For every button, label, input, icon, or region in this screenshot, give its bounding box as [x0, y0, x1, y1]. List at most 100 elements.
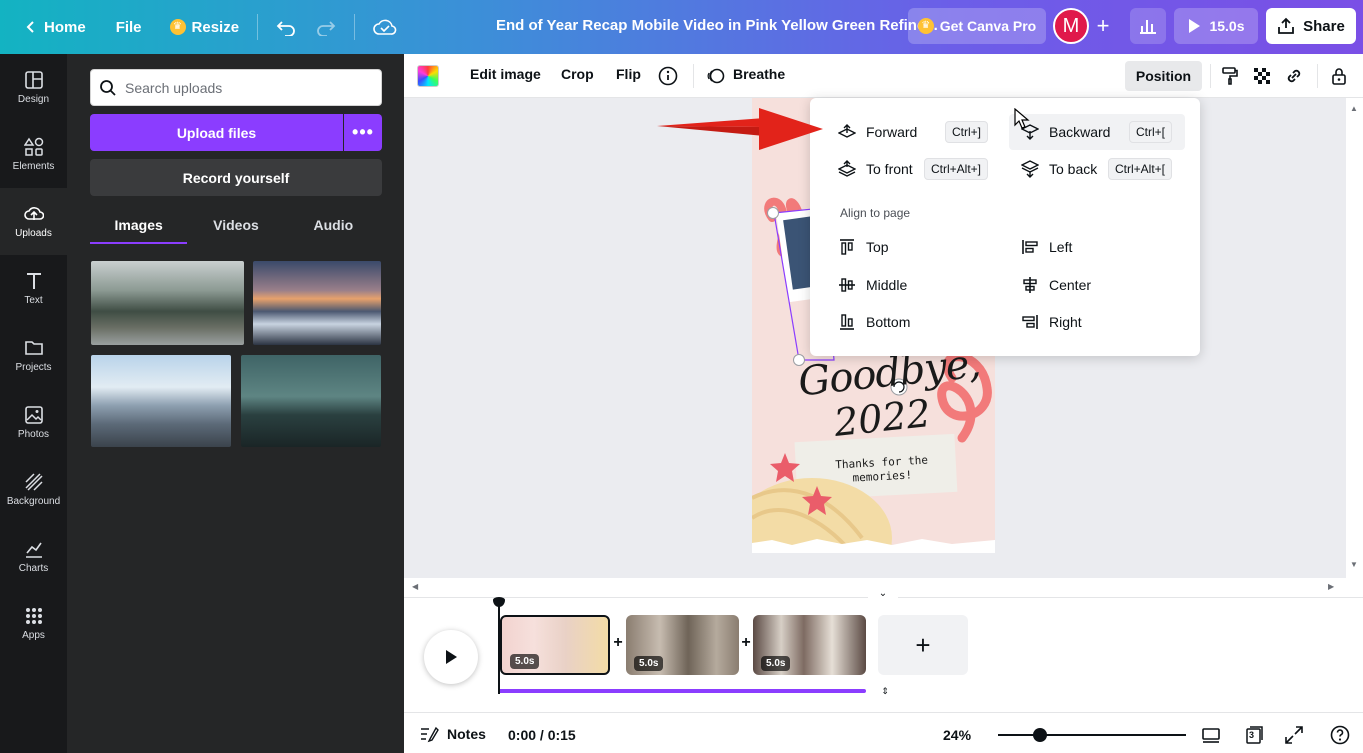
- rail-item-apps[interactable]: Apps: [0, 590, 67, 657]
- add-transition-button[interactable]: +: [739, 634, 753, 654]
- more-options-button[interactable]: •••: [344, 114, 382, 151]
- rail-item-background[interactable]: Background: [0, 456, 67, 523]
- scroll-up-icon[interactable]: ▲: [1350, 104, 1358, 113]
- animate-icon[interactable]: [706, 66, 726, 86]
- timeline-clip[interactable]: 5.0s: [626, 615, 739, 675]
- rail-item-uploads[interactable]: Uploads: [0, 188, 67, 255]
- share-button[interactable]: Share: [1266, 8, 1356, 44]
- save-status-button[interactable]: [363, 9, 407, 45]
- cloud-check-icon: [373, 19, 397, 35]
- crop-button[interactable]: Crop: [561, 66, 594, 82]
- lock-icon[interactable]: [1329, 66, 1349, 86]
- rail-item-photos[interactable]: Photos: [0, 389, 67, 456]
- scroll-left-icon[interactable]: ◀: [412, 582, 418, 591]
- home-button[interactable]: Home: [14, 9, 96, 45]
- document-title[interactable]: End of Year Recap Mobile Video in Pink Y…: [496, 17, 938, 34]
- undo-button[interactable]: [266, 9, 306, 45]
- align-right-option[interactable]: Right: [1021, 305, 1082, 339]
- add-page-button[interactable]: +: [878, 615, 968, 675]
- page-view-icon[interactable]: [1201, 725, 1221, 745]
- resize-button[interactable]: ♛ Resize: [160, 9, 250, 45]
- avatar[interactable]: M: [1053, 8, 1089, 44]
- transparency-icon[interactable]: [1252, 66, 1272, 86]
- rail-item-elements[interactable]: Elements: [0, 121, 67, 188]
- align-bottom-icon: [840, 314, 854, 330]
- tab-images[interactable]: Images: [90, 210, 188, 244]
- to-front-icon: [838, 160, 856, 177]
- tab-videos[interactable]: Videos: [187, 210, 284, 244]
- zoom-level[interactable]: 24%: [943, 727, 971, 743]
- align-top-option[interactable]: Top: [838, 230, 889, 264]
- zoom-slider-handle[interactable]: [1033, 728, 1047, 742]
- search-icon: [100, 79, 116, 96]
- scroll-down-icon[interactable]: ▼: [1350, 560, 1358, 569]
- collapse-timeline-icon[interactable]: ⌄: [868, 588, 898, 602]
- notes-button[interactable]: Notes: [419, 725, 486, 743]
- scroll-right-icon[interactable]: ▶: [1328, 582, 1334, 591]
- rail-item-text[interactable]: Text: [0, 255, 67, 322]
- search-input[interactable]: [125, 79, 365, 96]
- color-picker[interactable]: [417, 65, 439, 87]
- add-transition-button[interactable]: +: [611, 634, 625, 654]
- rail-label: Design: [17, 94, 50, 105]
- menu-item-label: Bottom: [866, 314, 911, 330]
- align-heading: Align to page: [840, 206, 911, 220]
- tab-audio[interactable]: Audio: [285, 210, 382, 244]
- menu-item-forward[interactable]: Forward: [838, 115, 917, 149]
- help-icon[interactable]: [1330, 725, 1350, 745]
- upload-thumbnail-snowy-peaks[interactable]: [91, 355, 231, 447]
- divider: [354, 14, 356, 40]
- clip-duration: 5.0s: [761, 656, 791, 671]
- pages-button[interactable]: 3: [1244, 725, 1264, 745]
- present-button[interactable]: 15.0s: [1174, 8, 1258, 44]
- home-label: Home: [44, 18, 86, 36]
- clip-duration: 5.0s: [510, 654, 540, 669]
- menu-item-to-front[interactable]: To front: [838, 152, 913, 186]
- timeline-playhead[interactable]: [493, 597, 505, 694]
- notes-icon: [421, 726, 439, 743]
- align-left-option[interactable]: Left: [1021, 230, 1072, 264]
- upload-files-button[interactable]: Upload files: [90, 114, 343, 151]
- menu-item-backward[interactable]: Backward: [1021, 115, 1110, 149]
- flip-button[interactable]: Flip: [616, 66, 641, 82]
- notes-label: Notes: [447, 726, 486, 742]
- undo-icon: [276, 21, 295, 36]
- add-collaborator-button[interactable]: +: [1087, 9, 1119, 43]
- file-menu[interactable]: File: [106, 9, 152, 45]
- editor-toolbar: Edit image Crop Flip Breathe Position: [404, 54, 1363, 98]
- align-center-option[interactable]: Center: [1021, 268, 1091, 302]
- get-pro-label: Get Canva Pro: [939, 18, 1037, 34]
- playback-time: 0:00 / 0:15: [508, 727, 576, 743]
- divider: [693, 64, 694, 88]
- rail-item-design[interactable]: Design: [0, 54, 67, 121]
- edit-image-button[interactable]: Edit image: [470, 66, 541, 82]
- insights-button[interactable]: [1130, 8, 1166, 44]
- info-icon[interactable]: [658, 66, 678, 86]
- position-button[interactable]: Position: [1125, 61, 1202, 91]
- timeline-clip[interactable]: 5.0s: [500, 615, 610, 675]
- upload-thumbnail-dark-mountain[interactable]: [241, 355, 381, 447]
- vertical-scrollbar[interactable]: ▲ ▼: [1346, 98, 1363, 578]
- menu-item-to-back[interactable]: To back: [1021, 152, 1097, 186]
- align-bottom-option[interactable]: Bottom: [838, 305, 910, 339]
- paint-roller-icon[interactable]: [1220, 66, 1240, 86]
- get-pro-button[interactable]: ♛ Get Canva Pro: [908, 8, 1046, 44]
- animation-button[interactable]: Breathe: [733, 66, 785, 82]
- align-middle-option[interactable]: Middle: [838, 268, 907, 302]
- record-yourself-button[interactable]: Record yourself: [90, 159, 382, 196]
- rail-label: Photos: [17, 429, 50, 440]
- zoom-slider[interactable]: [998, 734, 1186, 736]
- upload-thumbnail-mountain-sunset[interactable]: [253, 261, 381, 345]
- link-icon[interactable]: [1284, 66, 1304, 86]
- search-box[interactable]: [90, 69, 382, 106]
- align-left-icon: [1022, 240, 1038, 254]
- rail-item-projects[interactable]: Projects: [0, 322, 67, 389]
- rail-item-charts[interactable]: Charts: [0, 523, 67, 590]
- upload-thumbnail-forest-river[interactable]: [91, 261, 244, 345]
- align-center-icon: [1023, 277, 1037, 293]
- resize-handle-icon[interactable]: ⇕: [876, 686, 894, 696]
- timeline-clip[interactable]: 5.0s: [753, 615, 866, 675]
- timeline-play-button[interactable]: [424, 630, 478, 684]
- fullscreen-icon[interactable]: [1284, 725, 1304, 745]
- redo-button[interactable]: [306, 9, 346, 45]
